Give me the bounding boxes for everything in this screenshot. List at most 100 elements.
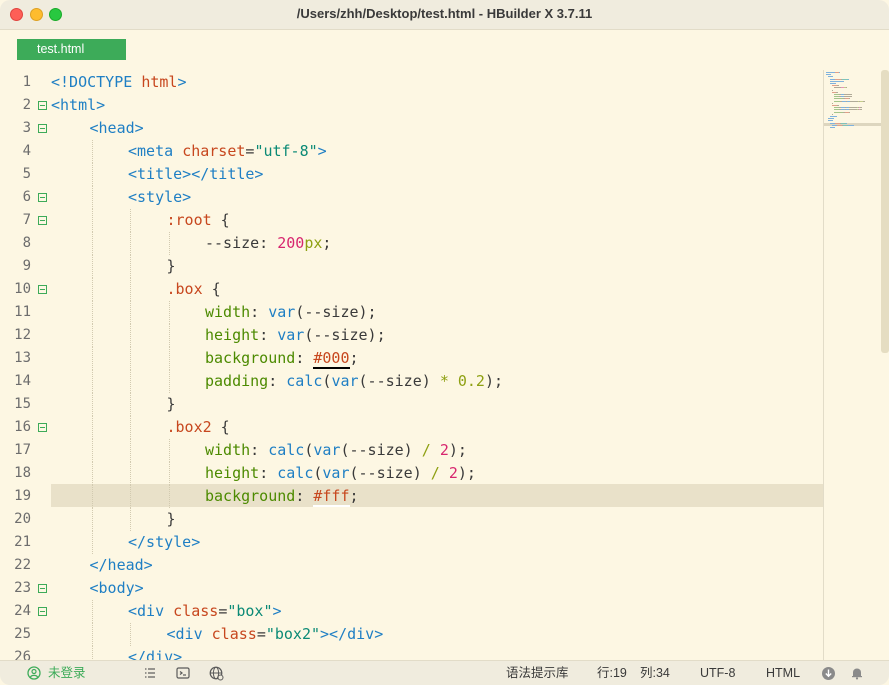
minimap-token (849, 109, 857, 111)
minimap-token (837, 105, 839, 106)
code-token: px (304, 234, 323, 252)
tab-test-html[interactable]: test.html (17, 39, 126, 60)
cursor-row[interactable]: 行:19 (597, 661, 627, 685)
code-token: ; (349, 349, 359, 367)
indent-guide (130, 324, 131, 347)
code-line[interactable]: <head> (90, 117, 144, 140)
line-number: 10 (14, 281, 31, 297)
code-line[interactable]: height: calc(var(--size) / 2); (205, 462, 476, 485)
minimap-token (839, 72, 840, 73)
code-token: > (177, 73, 187, 91)
encoding-selector[interactable]: UTF-8 (700, 661, 735, 685)
fold-toggle-icon[interactable] (38, 584, 47, 593)
indent-guide (130, 485, 131, 508)
minimap-token (828, 76, 833, 78)
list-icon[interactable] (143, 666, 157, 683)
cursor-column[interactable]: 列:34 (640, 661, 670, 685)
code-token: ); (457, 464, 476, 482)
fold-toggle-icon[interactable] (38, 607, 47, 616)
line-number: 22 (14, 557, 31, 573)
code-token: (--size) (340, 441, 422, 459)
code-token: background (205, 349, 296, 367)
code-token: ); (484, 372, 504, 390)
code-token: <div (166, 625, 212, 643)
indent-guide (168, 324, 170, 347)
code-token: var (331, 372, 359, 390)
code-token: : (295, 487, 314, 505)
code-line[interactable]: background: #000; (205, 347, 359, 370)
code-line[interactable]: width: var(--size); (205, 301, 377, 324)
indent-guide (168, 485, 170, 508)
indent-guide (168, 439, 170, 462)
terminal-icon[interactable] (176, 666, 190, 683)
line-number: 17 (14, 442, 31, 458)
code-token: } (166, 395, 176, 413)
code-line[interactable]: </div> (128, 646, 182, 660)
code-line[interactable]: :root { (167, 209, 230, 232)
fold-toggle-icon[interactable] (38, 193, 47, 202)
code-line[interactable]: background: #fff; (205, 485, 359, 508)
code-token: : (250, 303, 269, 321)
bell-icon[interactable] (850, 666, 864, 683)
code-token: class (173, 602, 219, 620)
code-token: var (322, 464, 350, 482)
code-line[interactable]: <body> (90, 577, 144, 600)
code-line[interactable]: .box { (167, 278, 221, 301)
code-token: var (277, 326, 305, 344)
code-line[interactable]: --size: 200px; (205, 232, 331, 255)
minimap[interactable] (823, 70, 882, 660)
code-token: > (317, 142, 327, 160)
code-token: (--size) (349, 464, 431, 482)
globe-icon[interactable] (209, 666, 224, 684)
indent-guide (91, 324, 93, 347)
code-line[interactable]: <html> (51, 94, 105, 117)
code-line[interactable]: .box2 { (167, 416, 230, 439)
download-icon[interactable] (821, 666, 836, 684)
code-line[interactable]: </style> (128, 531, 200, 554)
code-token: = (218, 602, 228, 620)
minimap-token (844, 96, 852, 98)
line-number: 24 (14, 603, 31, 619)
minimap-token (836, 91, 838, 93)
fold-toggle-icon[interactable] (38, 423, 47, 432)
code-token: #000 (313, 349, 350, 369)
code-token: <div (128, 602, 174, 620)
user-icon[interactable] (27, 666, 41, 683)
line-number: 21 (14, 534, 31, 550)
code-line[interactable]: <!DOCTYPE html> (51, 71, 186, 94)
code-line[interactable]: <div class="box"> (128, 600, 282, 623)
minimap-token (849, 111, 850, 113)
indent-guide (91, 140, 93, 163)
language-selector[interactable]: HTML (766, 661, 800, 685)
syntax-library-button[interactable]: 语法提示库 (506, 661, 569, 685)
indent-guide (130, 508, 131, 531)
indent-guide (91, 163, 93, 186)
code-token: : (295, 349, 314, 367)
code-line[interactable]: <style> (128, 186, 191, 209)
indent-guide (130, 278, 131, 301)
fold-toggle-icon[interactable] (38, 124, 47, 133)
code-line[interactable]: </head> (90, 554, 153, 577)
login-status[interactable]: 未登录 (48, 661, 86, 685)
line-number: 11 (14, 304, 31, 320)
code-line[interactable]: } (167, 508, 176, 531)
code-token: .box2 (166, 418, 212, 436)
code-line[interactable]: height: var(--size); (205, 324, 386, 347)
code-line[interactable]: <meta charset="utf-8"> (128, 140, 327, 163)
indent-guide (130, 209, 131, 232)
code-line[interactable]: width: calc(var(--size) / 2); (205, 439, 467, 462)
code-line[interactable]: } (167, 393, 176, 416)
code-token: calc (277, 464, 314, 482)
code-line[interactable]: } (167, 255, 176, 278)
code-line[interactable]: padding: calc(var(--size) * 0.2); (205, 370, 503, 393)
code-token: ></div> (320, 625, 384, 643)
code-line[interactable]: <div class="box2"></div> (167, 623, 384, 646)
fold-toggle-icon[interactable] (38, 285, 47, 294)
vertical-scrollbar[interactable] (881, 70, 889, 353)
code-editor[interactable]: 1 2 3 4 5 6 7 8 9 10 11 12 13 14 15 16 17 18 19 20 21 22 23 24 2… (0, 70, 823, 660)
fold-toggle-icon[interactable] (38, 216, 47, 225)
code-line[interactable]: <title></title> (128, 163, 263, 186)
fold-toggle-icon[interactable] (38, 101, 47, 110)
